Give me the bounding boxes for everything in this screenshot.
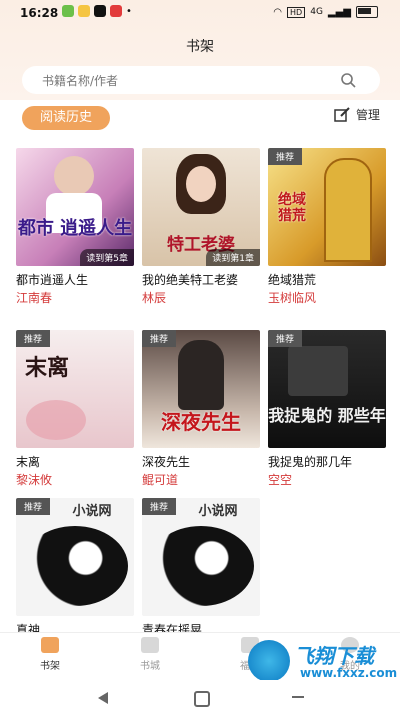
- reading-progress: 读到第5章: [80, 249, 134, 266]
- tab-bookshelf[interactable]: 书架: [0, 637, 100, 672]
- book-author: 空空: [268, 473, 293, 487]
- watermark-title: 飞翔下载: [294, 644, 374, 668]
- system-navigation-bar: [0, 680, 400, 716]
- book-cover[interactable]: 都市 逍遥人生 读到第5章: [16, 148, 134, 266]
- book-cover[interactable]: 我捉鬼的 那些年 推荐: [268, 330, 386, 448]
- book-card[interactable]: 深夜先生 推荐 深夜先生 鲲可道: [142, 330, 260, 488]
- watermark-logo: 飞翔下载 www.fxxz.com: [248, 636, 398, 686]
- book-cover[interactable]: 深夜先生 推荐: [142, 330, 260, 448]
- search-input[interactable]: [40, 66, 344, 96]
- home-icon[interactable]: [194, 691, 210, 707]
- book-card[interactable]: 末离 推荐 末离 黎沫攸: [16, 330, 134, 488]
- cover-figure: [324, 158, 372, 262]
- book-cover[interactable]: 特工老婆 读到第1章: [142, 148, 260, 266]
- book-card[interactable]: 我捉鬼的 那些年 推荐 我捉鬼的那几年 空空: [268, 330, 386, 488]
- cover-ink: [148, 526, 254, 606]
- tiktok-icon: [94, 5, 106, 17]
- book-card[interactable]: 都市 逍遥人生 读到第5章 都市逍遥人生 江南春: [16, 148, 134, 306]
- book-card[interactable]: 绝域猎荒 推荐 绝域猎荒 玉树临风: [268, 148, 386, 306]
- cover-figure: [54, 156, 94, 196]
- book-author: 鲲可道: [142, 473, 179, 487]
- cover-figure: [186, 166, 216, 202]
- recommend-badge: 推荐: [268, 148, 303, 165]
- manage-label: 管理: [355, 108, 380, 122]
- book-cover[interactable]: 绝域猎荒 推荐: [268, 148, 386, 266]
- book-author: 江南春: [16, 291, 53, 305]
- status-time: 16:28: [20, 6, 59, 20]
- cover-ink: [22, 526, 128, 606]
- book-title[interactable]: 我的绝美特工老婆: [142, 272, 260, 288]
- page-title: 书架: [186, 39, 214, 55]
- book-title[interactable]: 我捉鬼的那几年: [268, 454, 386, 470]
- recommend-badge: 推荐: [142, 330, 177, 347]
- wifi-icon: ◠: [273, 6, 283, 18]
- signal-label: 4G: [310, 7, 323, 17]
- search-bar[interactable]: [22, 66, 380, 96]
- cover-title: 深夜先生: [161, 410, 241, 434]
- reading-progress: 读到第1章: [206, 249, 260, 266]
- cover-title: 绝域猎荒: [278, 192, 306, 224]
- book-card[interactable]: 小说网 推荐 真神: [16, 498, 134, 638]
- edit-icon: [334, 106, 350, 122]
- book-author: 林辰: [142, 291, 167, 305]
- watermark-logo-icon: [248, 640, 290, 682]
- book-cover[interactable]: 末离 推荐: [16, 330, 134, 448]
- cover-title: 小说网: [198, 504, 238, 519]
- bookstore-icon: [141, 637, 159, 653]
- notification-icons: •: [62, 5, 132, 17]
- battery-icon: [356, 6, 378, 18]
- status-bar: 16:28 • ◠ HD 4G ▂▄▆: [0, 0, 400, 26]
- book-card[interactable]: 特工老婆 读到第1章 我的绝美特工老婆 林辰: [142, 148, 260, 306]
- bookshelf-icon: [41, 637, 59, 653]
- recommend-badge: 推荐: [16, 330, 51, 347]
- tab-label: 书架: [40, 661, 60, 672]
- recommend-badge: 推荐: [142, 498, 177, 515]
- watermark-url: www.fxxz.com: [300, 666, 398, 680]
- cover-title: 我捉鬼的 那些年: [268, 406, 386, 425]
- book-card[interactable]: 小说网 推荐 青春在摇晃: [142, 498, 260, 638]
- wechat-icon: [62, 5, 74, 17]
- recents-icon[interactable]: [292, 696, 304, 698]
- book-title[interactable]: 都市逍遥人生: [16, 272, 134, 288]
- tab-bookstore[interactable]: 书城: [100, 637, 200, 672]
- book-cover[interactable]: 小说网 推荐: [142, 498, 260, 616]
- search-icon[interactable]: [340, 72, 356, 88]
- status-indicators: ◠ HD 4G ▂▄▆: [273, 6, 378, 18]
- network-label: HD: [287, 6, 306, 18]
- cover-title: 末离: [24, 355, 69, 381]
- cover-flower: [26, 400, 86, 440]
- cover-title: 都市 逍遥人生: [17, 218, 133, 239]
- news-icon: [110, 5, 122, 17]
- book-title[interactable]: 绝域猎荒: [268, 272, 386, 288]
- cover-figure: [288, 346, 348, 396]
- signal-icon: ▂▄▆: [327, 6, 351, 18]
- back-icon[interactable]: [98, 692, 108, 704]
- book-title[interactable]: 深夜先生: [142, 454, 260, 470]
- book-author: 黎沫攸: [16, 473, 53, 487]
- cover-title: 小说网: [72, 504, 112, 519]
- reading-history-button[interactable]: 阅读历史: [22, 106, 110, 130]
- book-author: 玉树临风: [268, 291, 317, 305]
- more-dot-icon: •: [126, 5, 132, 17]
- manage-button[interactable]: 管理: [334, 106, 380, 123]
- recommend-badge: 推荐: [16, 498, 51, 515]
- book-cover[interactable]: 小说网 推荐: [16, 498, 134, 616]
- app-icon: [78, 5, 90, 17]
- tab-label: 书城: [140, 661, 160, 672]
- book-title[interactable]: 末离: [16, 454, 134, 470]
- recommend-badge: 推荐: [268, 330, 303, 347]
- cover-figure: [178, 340, 224, 410]
